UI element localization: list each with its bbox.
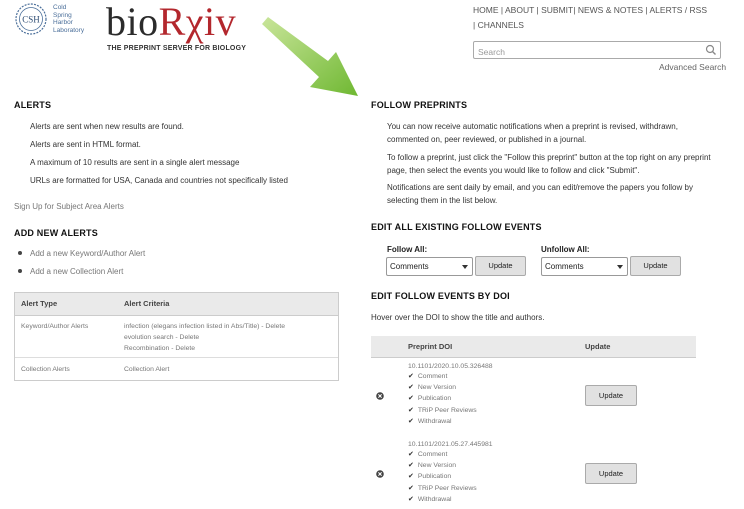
alerts-table: Alert Type Alert Criteria Keyword/Author… [14,292,339,381]
remove-icon[interactable] [376,470,384,478]
add-keyword-alert-link[interactable]: Add a new Keyword/Author Alert [18,249,145,258]
bullet-icon [18,250,22,255]
event-checkbox[interactable]: ✔ Publication [408,471,493,482]
remove-icon[interactable] [376,392,384,400]
search-icon[interactable] [705,44,717,56]
event-checkbox[interactable]: ✔ Publication [408,393,493,404]
unfollow-all-label: Unfollow All: [541,245,590,254]
doi-link[interactable]: 10.1101/2020.10.05.326488 [408,363,493,370]
follow-all-update-button[interactable]: Update [475,256,526,276]
alert-info-line: URLs are formatted for USA, Canada and c… [30,176,288,185]
bullet-icon [18,268,22,273]
column-header: Update [585,342,611,351]
alert-type-cell: Collection Alerts [21,366,70,373]
nav-news[interactable]: NEWS & NOTES [578,5,643,15]
follow-paragraph: You can now receive automatic notificati… [387,122,678,144]
nav-alerts[interactable]: ALERTS / RSS [650,5,707,15]
alert-criterion-link[interactable]: Collection Alert [124,366,169,373]
top-nav: HOME | ABOUT | SUBMIT| NEWS & NOTES | AL… [473,5,707,30]
check-icon: ✔ [408,395,414,403]
doi-link[interactable]: 10.1101/2021.05.27.445981 [408,441,493,448]
follow-paragraph: Notifications are sent daily by email, a… [387,183,693,205]
alert-info-line: Alerts are sent when new results are fou… [30,122,184,131]
search-input[interactable] [474,44,703,60]
alert-type-cell: Keyword/Author Alerts [21,323,89,330]
check-icon: ✔ [408,417,414,425]
tagline: THE PREPRINT SERVER FOR BIOLOGY [107,45,247,52]
svg-text:CSH: CSH [22,15,40,25]
column-header: Alert Type [21,299,58,308]
csh-name: Cold Spring Harbor Laboratory [53,4,85,34]
follow-paragraph: To follow a preprint, just click the "Fo… [387,153,711,175]
alert-criteria-cell: infection (elegans infection listed in A… [124,321,285,354]
alert-info-line: A maximum of 10 results are sent in a si… [30,158,240,167]
doi-update-button[interactable]: Update [585,385,637,406]
event-checkbox[interactable]: ✔ TRiP Peer Reviews [408,405,493,416]
arrow-icon [262,17,358,96]
event-checkbox[interactable]: ✔ Comment [408,371,493,382]
add-collection-alert-link[interactable]: Add a new Collection Alert [18,267,123,276]
advanced-search-link[interactable]: Advanced Search [659,62,726,72]
check-icon: ✔ [408,373,414,380]
add-new-alerts-heading: ADD NEW ALERTS [14,228,98,238]
follow-preprints-heading: FOLLOW PREPRINTS [371,100,468,110]
event-checkbox[interactable]: ✔ New Version [408,460,493,471]
event-checkbox[interactable]: ✔ New Version [408,382,493,393]
check-icon: ✔ [408,495,414,503]
chevron-down-icon [617,265,623,269]
check-icon: ✔ [408,451,414,458]
search-box [473,41,721,60]
unfollow-all-update-button[interactable]: Update [630,256,681,276]
check-icon: ✔ [408,384,414,392]
event-checkbox[interactable]: ✔ TRiP Peer Reviews [408,483,493,494]
doi-entry: 10.1101/2021.05.27.445981 ✔ Comment ✔ New … [408,441,493,505]
follow-all-select[interactable]: Comments [386,257,473,276]
column-header: Preprint DOI [408,342,453,351]
unfollow-all-select[interactable]: Comments [541,257,628,276]
alert-criterion-link[interactable]: Recombination - Delete [124,345,195,352]
nav-about[interactable]: ABOUT [505,5,534,15]
check-icon: ✔ [408,406,414,414]
csh-logo[interactable]: CSH [14,3,48,35]
event-checkbox[interactable]: ✔ Withdrawal [408,494,493,505]
check-icon: ✔ [408,473,414,481]
doi-table-header: Preprint DOI Update [371,336,696,358]
subject-area-signup-link[interactable]: Sign Up for Subject Area Alerts [14,202,124,211]
alert-info-line: Alerts are sent in HTML format. [30,140,141,149]
table-header: Alert Type Alert Criteria [15,293,338,316]
edit-by-doi-heading: EDIT FOLLOW EVENTS BY DOI [371,291,510,301]
doi-entry: 10.1101/2020.10.05.326488 ✔ Comment ✔ New … [408,363,493,427]
alert-criterion-link[interactable]: evolution search - Delete [124,334,199,341]
alerts-heading: ALERTS [14,100,52,110]
chevron-down-icon [462,265,468,269]
edit-all-heading: EDIT ALL EXISTING FOLLOW EVENTS [371,222,542,232]
column-header: Alert Criteria [124,299,170,308]
alert-criterion-link[interactable]: infection (elegans infection listed in A… [124,323,285,330]
row-divider [15,357,338,358]
check-icon: ✔ [408,484,414,492]
event-checkbox[interactable]: ✔ Withdrawal [408,416,493,427]
hover-note: Hover over the DOI to show the title and… [371,313,545,322]
follow-all-label: Follow All: [387,245,428,254]
event-checkbox[interactable]: ✔ Comment [408,449,493,460]
alert-criteria-cell: Collection Alert [124,364,169,375]
nav-submit[interactable]: SUBMIT [541,5,573,15]
biorxiv-logo[interactable]: bioRχiv [106,2,236,42]
doi-update-button[interactable]: Update [585,463,637,484]
nav-channels[interactable]: CHANNELS [478,20,524,30]
nav-home[interactable]: HOME [473,5,499,15]
check-icon: ✔ [408,462,414,470]
